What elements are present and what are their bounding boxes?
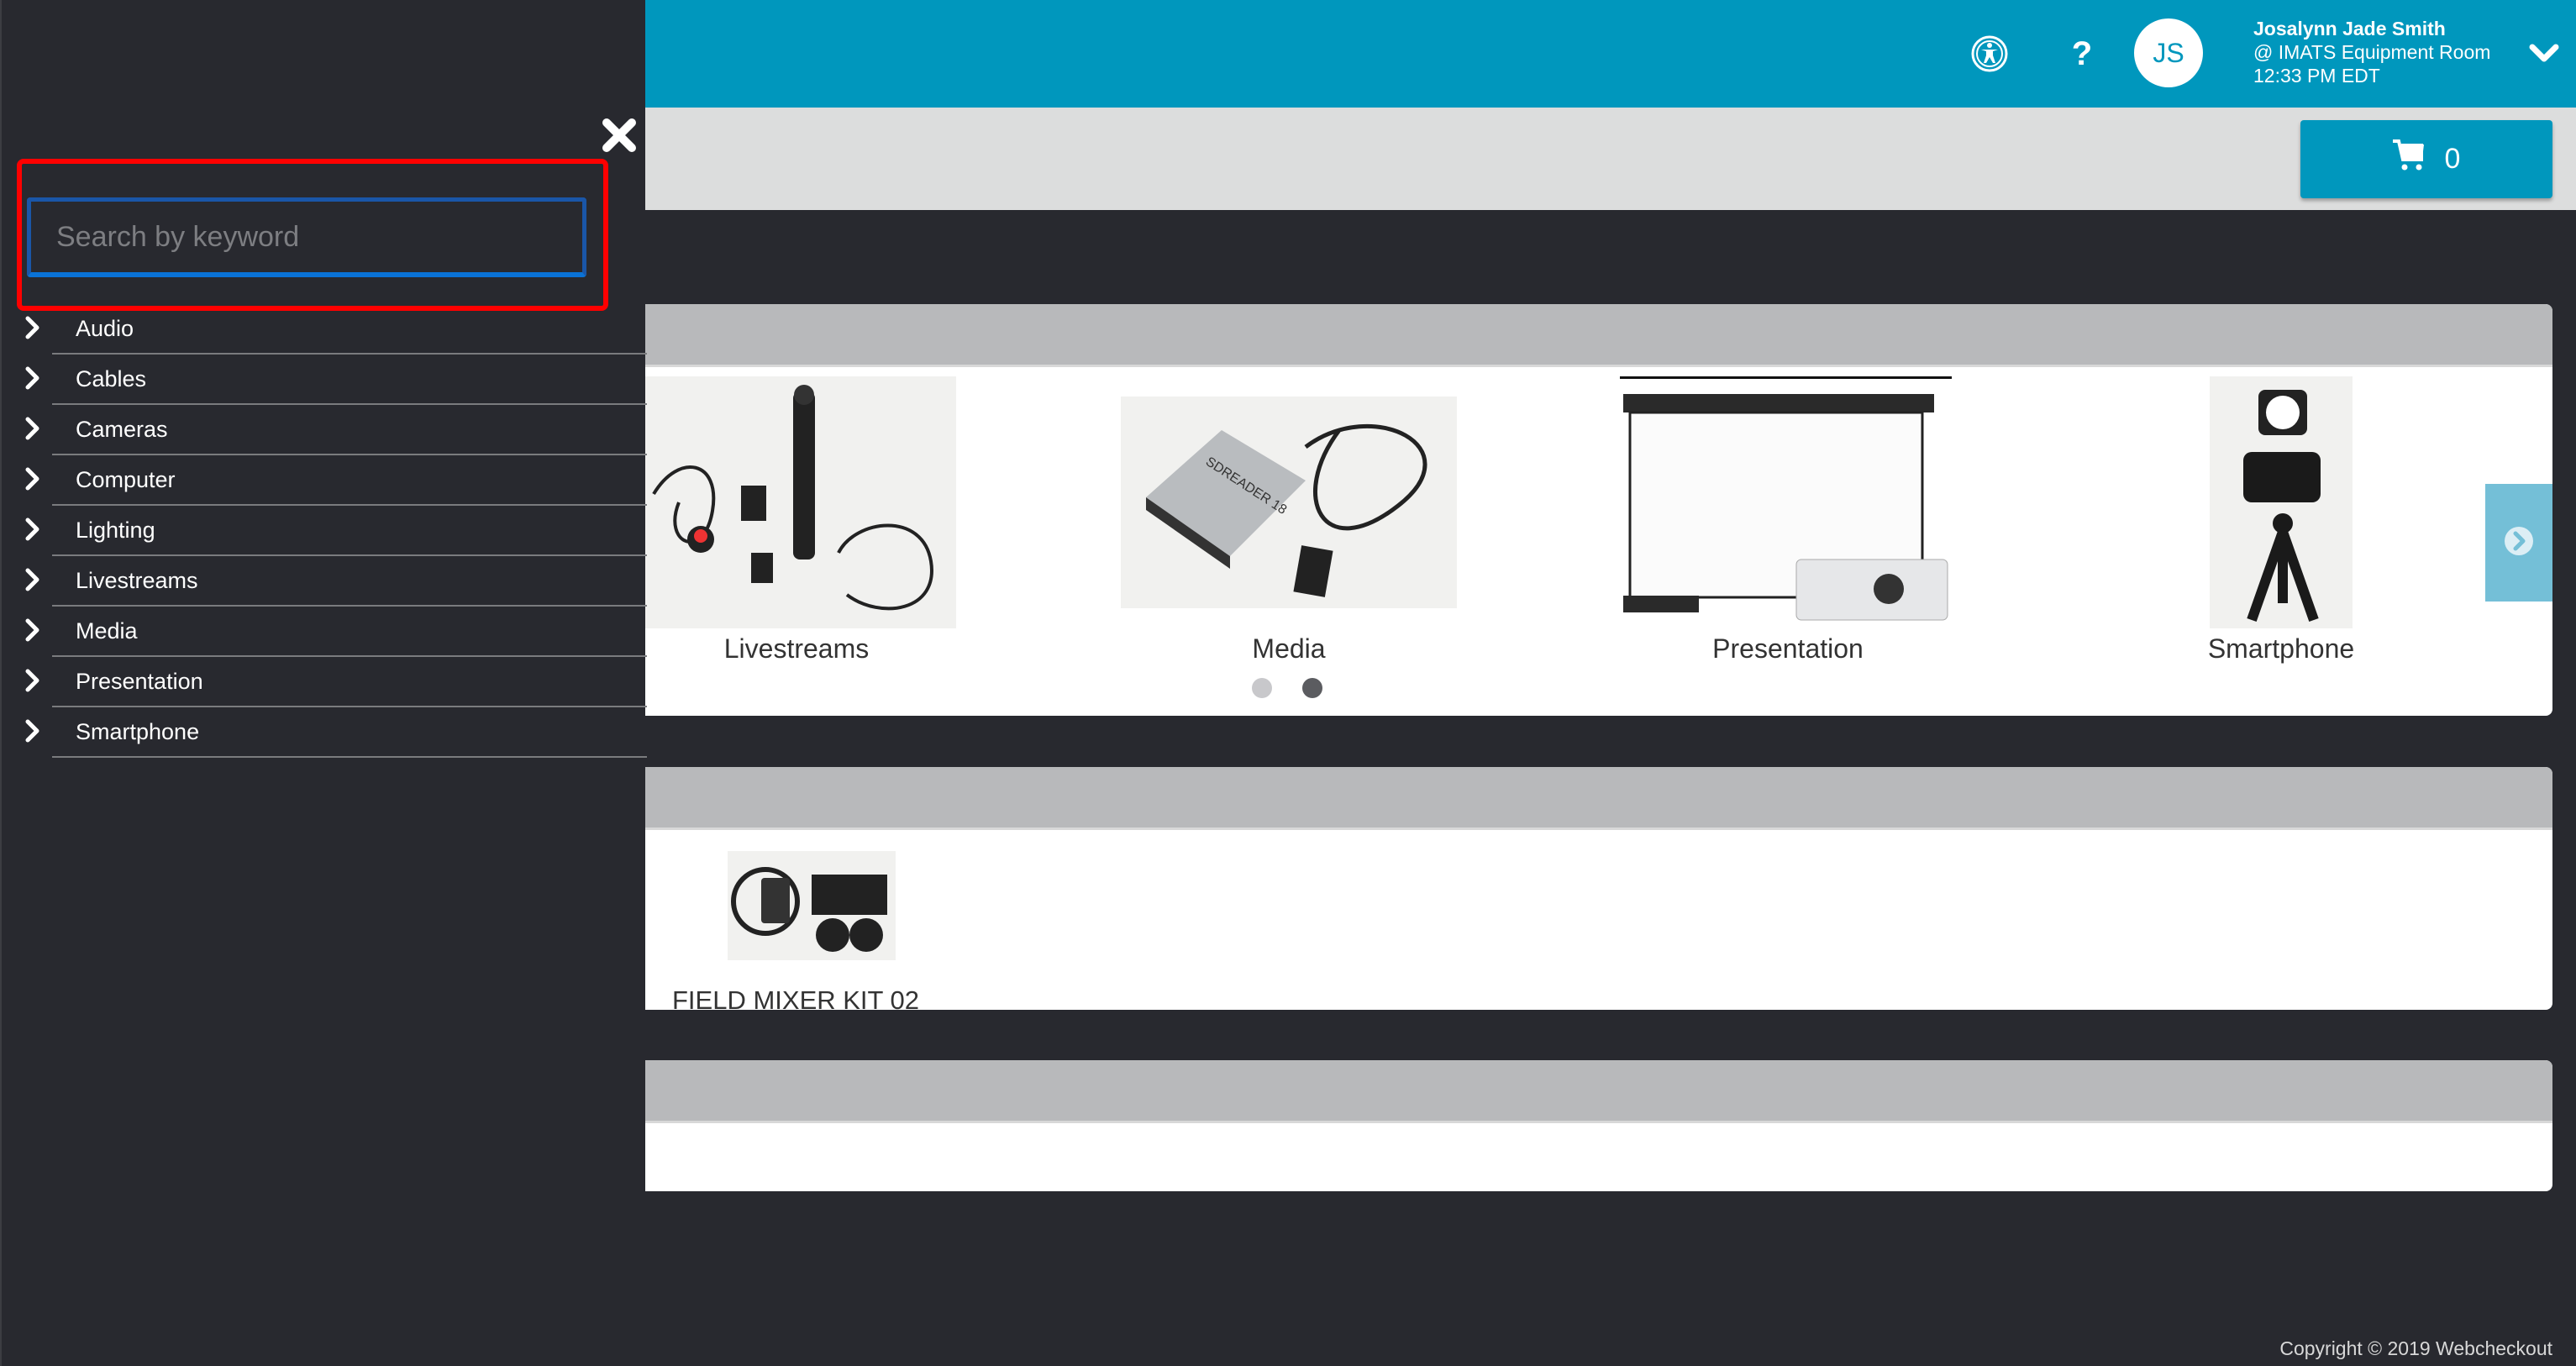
carousel-dot-1[interactable] — [1252, 678, 1272, 698]
avatar[interactable]: JS — [2134, 18, 2203, 87]
carousel-item-smartphone[interactable]: Smartphone — [2208, 376, 2354, 664]
cart-icon — [2392, 139, 2426, 179]
sidebar-item-audio[interactable]: Audio — [2, 304, 647, 355]
sidebar-item-label: Smartphone — [76, 719, 200, 744]
help-icon[interactable]: ? — [2058, 30, 2105, 77]
empty-card-header — [645, 1060, 2552, 1123]
chevron-right-icon — [25, 316, 39, 339]
carousel-item-presentation[interactable]: Presentation — [1620, 376, 1956, 664]
product-label: FIELD MIXER KIT 02 — [672, 985, 920, 1010]
divider — [52, 756, 647, 758]
carousel-item-media[interactable]: SDREADER 18 Media — [1121, 397, 1457, 664]
chevron-right-icon — [25, 366, 39, 390]
search-input[interactable] — [27, 197, 586, 277]
field-mixer-image — [728, 851, 896, 960]
sidebar-item-cables[interactable]: Cables — [2, 355, 647, 405]
accessibility-icon[interactable] — [1966, 30, 2013, 77]
chevron-right-circle-icon — [2504, 526, 2534, 560]
user-info[interactable]: Josalynn Jade Smith @ IMATS Equipment Ro… — [2253, 17, 2490, 87]
page: ? JS Josalynn Jade Smith @ IMATS Equipme… — [0, 0, 2576, 1366]
sidebar-item-label: Livestreams — [76, 568, 198, 593]
carousel-item-label: Livestreams — [723, 633, 870, 664]
category-menu: Audio Cables Cameras Computer Lighting L… — [2, 304, 647, 758]
sidebar-item-smartphone[interactable]: Smartphone — [2, 707, 647, 758]
sidebar-item-label: Lighting — [76, 518, 155, 543]
carousel-dot-2-active[interactable] — [1302, 678, 1322, 698]
presentation-image — [1620, 376, 1952, 628]
sidebar-item-media[interactable]: Media — [2, 607, 647, 657]
sidebar-item-cameras[interactable]: Cameras — [2, 405, 647, 455]
cart-count: 0 — [2444, 143, 2461, 175]
close-icon[interactable] — [600, 116, 639, 155]
chevron-right-icon — [25, 417, 39, 440]
smartphone-image — [2210, 376, 2353, 628]
copyright: Copyright © 2019 Webcheckout — [2279, 1337, 2552, 1359]
chevron-right-icon — [25, 518, 39, 541]
chevron-right-icon — [25, 467, 39, 491]
sidebar-item-label: Audio — [76, 316, 134, 341]
user-name: Josalynn Jade Smith — [2253, 18, 2446, 39]
sidebar-item-label: Presentation — [76, 669, 203, 694]
sidebar-item-label: Computer — [76, 467, 176, 492]
toolbar: 0 — [645, 108, 2576, 210]
user-time: 12:33 PM EDT — [2253, 65, 2380, 87]
carousel-item-label: Smartphone — [2207, 633, 2355, 664]
categories-card-header — [645, 304, 2552, 367]
livestreams-image — [645, 376, 956, 628]
chevron-right-icon — [25, 618, 39, 642]
featured-card-header — [645, 767, 2552, 830]
categories-card: Livestreams SDREADER 18 Media Presentati… — [645, 304, 2552, 716]
carousel-next-button[interactable] — [2485, 484, 2552, 602]
user-location: @ IMATS Equipment Room — [2253, 41, 2491, 63]
carousel-item-livestreams[interactable]: Livestreams — [645, 376, 1015, 664]
featured-card: FIELD MIXER KIT 02 — [645, 767, 2552, 1010]
sidebar-item-livestreams[interactable]: Livestreams — [2, 556, 647, 607]
sidebar-item-computer[interactable]: Computer — [2, 455, 647, 506]
media-image: SDREADER 18 — [1121, 397, 1457, 608]
sidebar-item-label: Cables — [76, 366, 147, 391]
chevron-down-icon[interactable] — [2527, 37, 2561, 71]
empty-card — [645, 1060, 2552, 1191]
sidebar-item-label: Cameras — [76, 417, 168, 442]
sidebar-item-presentation[interactable]: Presentation — [2, 657, 647, 707]
sidebar: Audio Cables Cameras Computer Lighting — [0, 0, 647, 1366]
chevron-right-icon — [25, 568, 39, 591]
cart-button[interactable]: 0 — [2300, 120, 2552, 198]
chevron-right-icon — [25, 669, 39, 692]
carousel-item-label: Media — [1252, 633, 1326, 664]
sidebar-item-label: Media — [76, 618, 138, 644]
chevron-right-icon — [25, 719, 39, 743]
sidebar-item-lighting[interactable]: Lighting — [2, 506, 647, 556]
carousel-item-label: Presentation — [1712, 633, 1864, 664]
top-header: ? JS Josalynn Jade Smith @ IMATS Equipme… — [645, 0, 2576, 108]
